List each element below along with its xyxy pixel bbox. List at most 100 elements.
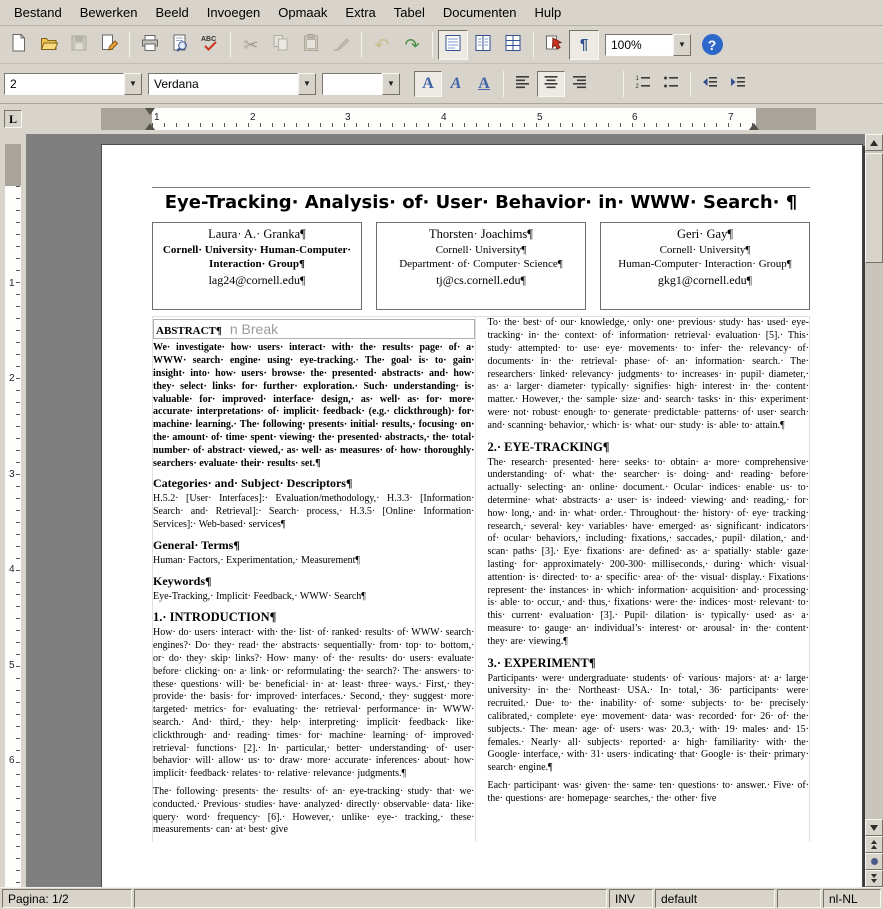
menu-documenten[interactable]: Documenten xyxy=(435,2,525,23)
help-icon: ? xyxy=(701,34,723,55)
print-button[interactable] xyxy=(135,30,165,60)
scrollbar-track[interactable] xyxy=(865,151,883,819)
keywords-paragraph: Eye-Tracking,· Implicit· Feedback,· WWW·… xyxy=(153,590,366,602)
zoom-dropdown-button[interactable]: ▼ xyxy=(673,33,691,56)
layout-view-button[interactable] xyxy=(438,29,468,60)
toolbar-separator xyxy=(230,31,231,58)
toolbar-separator xyxy=(533,31,534,58)
underline-button[interactable]: A xyxy=(470,71,498,97)
menu-hulp[interactable]: Hulp xyxy=(527,2,570,23)
introduction-paragraph-2: The· following· presents· the· results· … xyxy=(153,785,475,836)
edit-file-button[interactable] xyxy=(94,30,124,60)
right-margin-marker[interactable] xyxy=(749,123,759,130)
author-affiliation: Human-Computer· Interaction· Group¶ xyxy=(618,257,792,270)
scrollbar-thumb[interactable] xyxy=(865,153,883,263)
tab-stop-selector[interactable]: L xyxy=(0,104,26,134)
open-button[interactable] xyxy=(34,30,64,60)
new-document-button[interactable] xyxy=(4,30,34,60)
style-dropdown-button[interactable]: ▼ xyxy=(124,72,142,95)
ruler-number: 2 xyxy=(9,373,15,384)
paragraph-style-combobox[interactable]: 2 ▼ xyxy=(4,72,142,95)
save-icon xyxy=(69,33,89,56)
menu-bewerken[interactable]: Bewerken xyxy=(72,2,146,23)
categories-heading: Categories· and· Subject· Descriptors¶ xyxy=(153,476,353,491)
table-view-button[interactable] xyxy=(498,30,528,60)
indent-marker-top[interactable] xyxy=(145,108,155,115)
ruler-number: 2 xyxy=(250,112,256,123)
bold-button[interactable]: A xyxy=(414,70,442,97)
menu-beeld[interactable]: Beeld xyxy=(148,2,197,23)
font-size-value[interactable] xyxy=(322,72,382,95)
align-left-button[interactable] xyxy=(509,71,537,97)
vertical-ruler[interactable]: 1 2 3 4 5 6 xyxy=(0,134,26,887)
font-name-value[interactable]: Verdana xyxy=(148,72,298,95)
previous-page-button[interactable] xyxy=(865,836,883,853)
font-size-combobox[interactable]: ▼ xyxy=(322,72,400,95)
navigator-button[interactable] xyxy=(539,30,569,60)
numbered-list-button[interactable]: 12 xyxy=(629,71,657,97)
page-indicator[interactable]: Pagina: 1/2 xyxy=(2,889,132,908)
toolbar-separator xyxy=(690,70,691,97)
selection-mode-indicator[interactable] xyxy=(777,889,821,908)
copy-button xyxy=(266,30,296,60)
ruler-number: 6 xyxy=(632,112,638,123)
paste-icon xyxy=(301,33,321,56)
formatting-marks-button[interactable]: ¶ xyxy=(569,29,599,60)
navigator-icon xyxy=(544,33,564,56)
increase-indent-button[interactable] xyxy=(724,71,752,97)
align-right-button[interactable] xyxy=(565,71,593,97)
double-arrow-down-icon xyxy=(871,874,877,883)
main-toolbar: ABC ✂ ↶ ↷ ¶ 100% ▼ ? xyxy=(0,26,883,64)
font-dropdown-button[interactable]: ▼ xyxy=(298,72,316,95)
menu-extra[interactable]: Extra xyxy=(337,2,383,23)
spellcheck-icon: ABC xyxy=(200,33,220,56)
align-center-button[interactable] xyxy=(537,70,565,97)
italic-button[interactable]: A xyxy=(442,71,470,97)
menu-invoegen[interactable]: Invoegen xyxy=(199,2,269,23)
arrow-up-icon xyxy=(870,139,878,146)
zoom-combobox[interactable]: 100% ▼ xyxy=(605,33,691,56)
horizontal-ruler[interactable]: 1 2 3 4 5 6 7 xyxy=(26,108,865,130)
redo-icon: ↷ xyxy=(404,34,420,55)
toolbar-separator xyxy=(432,31,433,58)
categories-paragraph: H.5.2· [User· Interfaces]:· Evaluation/m… xyxy=(153,493,475,530)
paragraph-style-value[interactable]: 2 xyxy=(4,72,124,95)
status-spacer xyxy=(134,889,607,908)
page-style-indicator[interactable]: default xyxy=(655,889,775,908)
size-dropdown-button[interactable]: ▼ xyxy=(382,72,400,95)
font-name-combobox[interactable]: Verdana ▼ xyxy=(148,72,316,95)
chevron-down-icon: ▼ xyxy=(129,79,137,88)
menu-bestand[interactable]: Bestand xyxy=(6,2,70,23)
next-page-button[interactable] xyxy=(865,870,883,887)
columns-view-button[interactable] xyxy=(468,30,498,60)
introduction-heading: 1.· INTRODUCTION¶ xyxy=(153,610,277,625)
document-canvas[interactable]: Eye-Tracking· Analysis· of· User· Behavi… xyxy=(26,134,865,887)
tab-stop-icon: L xyxy=(4,110,22,128)
underline-icon: A xyxy=(478,74,490,92)
document-page[interactable]: Eye-Tracking· Analysis· of· User· Behavi… xyxy=(101,144,863,887)
decrease-indent-button[interactable] xyxy=(696,71,724,97)
scroll-up-button[interactable] xyxy=(865,134,883,151)
right-column: To· the· best· of· our· knowledge,· only… xyxy=(474,317,810,843)
author-cell: Laura· A.· Granka¶ Cornell· University· … xyxy=(152,222,362,311)
menu-opmaak[interactable]: Opmaak xyxy=(270,2,335,23)
zoom-value[interactable]: 100% xyxy=(605,33,673,56)
ruler-number: 4 xyxy=(9,564,15,575)
insert-mode-indicator[interactable]: INV xyxy=(609,889,653,908)
navigation-button[interactable] xyxy=(865,853,883,870)
undo-button[interactable]: ↶ xyxy=(367,30,397,60)
experiment-paragraph-1: Participants· were· undergraduate· stude… xyxy=(487,672,810,774)
scroll-down-button[interactable] xyxy=(865,819,883,836)
indent-marker-bottom[interactable] xyxy=(145,123,155,130)
redo-button[interactable]: ↷ xyxy=(397,30,427,60)
cut-button: ✂ xyxy=(236,30,266,60)
vertical-scrollbar[interactable] xyxy=(865,134,883,887)
language-indicator[interactable]: nl-NL xyxy=(823,889,881,908)
help-button[interactable]: ? xyxy=(697,30,727,60)
menu-tabel[interactable]: Tabel xyxy=(386,2,433,23)
bullet-list-button[interactable] xyxy=(657,71,685,97)
ruler-margin-right xyxy=(756,108,816,130)
page-preview-button[interactable] xyxy=(165,30,195,60)
abstract-heading-row: ABSTRACT¶ n Break xyxy=(153,319,475,340)
spellcheck-button[interactable]: ABC xyxy=(195,30,225,60)
